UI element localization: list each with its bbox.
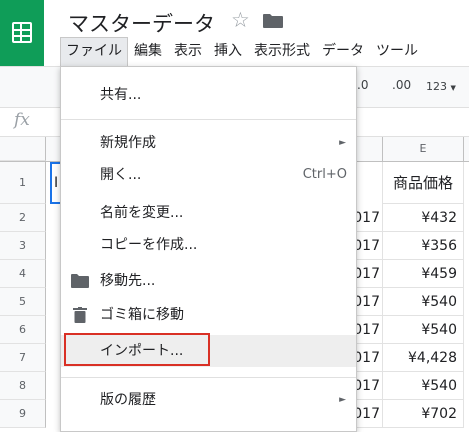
more-formats-label: 123 [426, 80, 447, 93]
menu-item-make-copy[interactable]: コピーを作成... [61, 229, 356, 261]
sheets-app-icon[interactable] [0, 0, 44, 66]
menu-view[interactable]: 表示 [168, 37, 208, 65]
folder-icon [71, 274, 89, 288]
decrease-decimal-button[interactable]: .0 [357, 78, 368, 92]
increase-decimal-button[interactable]: .00 [392, 78, 411, 92]
cell-e4[interactable]: ¥459 [382, 260, 464, 288]
menu-item-move-to-trash[interactable]: ゴミ箱に移動 [61, 299, 356, 331]
menu-insert[interactable]: 挿入 [208, 37, 248, 65]
row-header-5[interactable]: 5 [0, 288, 46, 316]
dropdown-arrow-icon: ▼ [450, 84, 456, 92]
row-header-7[interactable]: 7 [0, 344, 46, 372]
cell-e2[interactable]: ¥432 [382, 204, 464, 232]
menu-divider [61, 377, 356, 378]
menu-item-new[interactable]: 新規作成 ► [61, 127, 356, 159]
move-to-label: 移動先... [100, 273, 156, 289]
cell-e9[interactable]: ¥702 [382, 400, 464, 428]
menu-divider [61, 119, 356, 120]
cell-e7[interactable]: ¥4,428 [382, 344, 464, 372]
star-icon[interactable]: ☆ [231, 8, 250, 32]
row-header-3[interactable]: 3 [0, 232, 46, 260]
more-formats-button[interactable]: 123 ▼ [426, 80, 456, 93]
increase-decimal-label: .00 [392, 78, 412, 92]
menu-data[interactable]: データ [316, 37, 370, 65]
file-menu-dropdown: 共有... 新規作成 ► 開く... Ctrl+O 名前を変更... コピーを作… [60, 66, 357, 432]
menu-item-version-history[interactable]: 版の履歴 ► [61, 384, 356, 416]
column-header-e[interactable]: E [382, 137, 464, 161]
row-header-1[interactable]: 1 [0, 162, 46, 204]
submenu-arrow-icon: ► [339, 395, 346, 405]
menu-tools[interactable]: ツール [370, 37, 424, 65]
move-to-trash-label: ゴミ箱に移動 [100, 307, 184, 323]
cell-e3[interactable]: ¥356 [382, 232, 464, 260]
menu-item-share[interactable]: 共有... [61, 79, 356, 111]
new-label: 新規作成 [100, 135, 156, 151]
menu-item-move-to[interactable]: 移動先... [61, 265, 356, 297]
cell-e5[interactable]: ¥540 [382, 288, 464, 316]
row-header-8[interactable]: 8 [0, 372, 46, 400]
cell-e6[interactable]: ¥540 [382, 316, 464, 344]
fx-icon: fx [14, 110, 30, 130]
spreadsheet-icon [12, 22, 32, 43]
folder-icon[interactable] [263, 14, 283, 28]
open-shortcut: Ctrl+O [302, 167, 347, 182]
make-copy-label: コピーを作成... [100, 237, 198, 253]
cell-e8[interactable]: ¥540 [382, 372, 464, 400]
decrease-decimal-label: .0 [357, 78, 369, 92]
import-highlight-annotation [64, 333, 210, 366]
menu-format[interactable]: 表示形式 [248, 37, 316, 65]
menu-item-rename[interactable]: 名前を変更... [61, 197, 356, 229]
row-header-2[interactable]: 2 [0, 204, 46, 232]
trash-icon [73, 307, 87, 323]
row-header-9[interactable]: 9 [0, 400, 46, 428]
menu-file[interactable]: ファイル [60, 36, 128, 66]
rename-label: 名前を変更... [100, 205, 184, 221]
select-all-corner[interactable] [0, 137, 46, 161]
cell-e1[interactable]: 商品価格 [382, 162, 464, 204]
row-header-4[interactable]: 4 [0, 260, 46, 288]
menu-bar: ファイル 編集 表示 挿入 表示形式 データ ツール [58, 36, 424, 66]
document-title[interactable]: マスターデータ [68, 8, 215, 38]
share-label: 共有... [100, 87, 142, 103]
menu-edit[interactable]: 編集 [128, 37, 168, 65]
open-label: 開く... [100, 167, 142, 183]
version-history-label: 版の履歴 [100, 392, 156, 408]
menu-item-open[interactable]: 開く... Ctrl+O [61, 159, 356, 191]
submenu-arrow-icon: ► [339, 138, 346, 148]
row-header-6[interactable]: 6 [0, 316, 46, 344]
